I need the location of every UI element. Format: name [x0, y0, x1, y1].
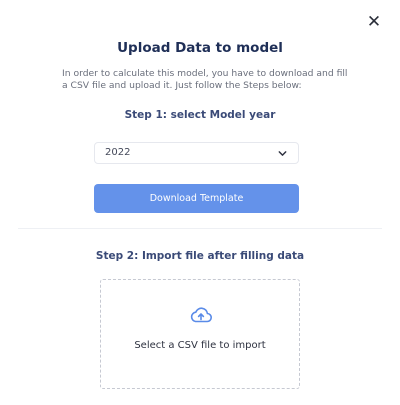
model-year-select[interactable]: 2022	[94, 142, 299, 164]
step1-heading: Step 1: select Model year	[124, 109, 276, 121]
csv-dropzone[interactable]: Select a CSV file to import	[100, 279, 300, 389]
section-divider	[18, 228, 382, 229]
modal-title: Upload Data to model	[117, 40, 283, 56]
cloud-upload-icon	[190, 307, 212, 323]
modal-description: In order to calculate this model, you ha…	[62, 68, 348, 91]
upload-data-modal: ✕ Upload Data to model In order to calcu…	[0, 0, 400, 405]
step2-heading: Step 2: Import file after filling data	[95, 250, 305, 262]
model-year-value: 2022	[105, 147, 131, 158]
chevron-down-icon	[278, 151, 287, 156]
dropzone-text: Select a CSV file to import	[134, 340, 266, 351]
download-template-button[interactable]: Download Template	[94, 184, 299, 213]
close-icon[interactable]: ✕	[366, 14, 382, 31]
